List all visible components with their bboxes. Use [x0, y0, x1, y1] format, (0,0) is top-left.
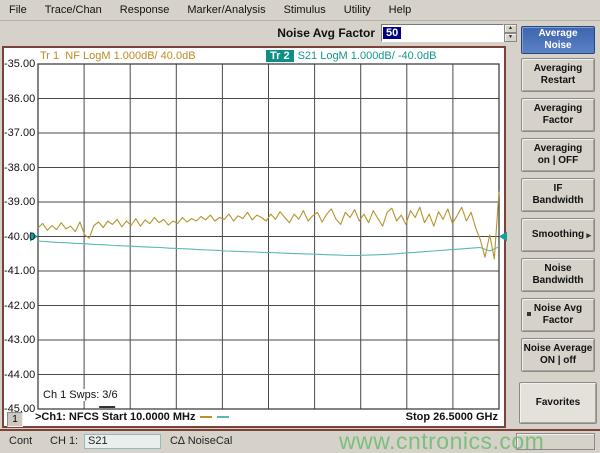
menu-marker-analysis[interactable]: Marker/Analysis — [178, 4, 274, 16]
network-analyzer-window: FileTrace/ChanResponseMarker/AnalysisSti… — [0, 0, 600, 453]
softkey-label: on | OFF — [522, 155, 594, 167]
stimulus-stop-label: Stop 26.5000 GHz — [406, 411, 498, 423]
menu-bar: FileTrace/ChanResponseMarker/AnalysisSti… — [0, 0, 600, 21]
menu-stimulus[interactable]: Stimulus — [275, 4, 335, 16]
noise-avg-factor-value: 50 — [383, 27, 401, 39]
trace1-header[interactable]: Tr 1 NF LogM 1.000dB/ 40.0dB — [40, 50, 196, 62]
softkey-label: IF — [522, 183, 594, 195]
menu-utility[interactable]: Utility — [335, 4, 380, 16]
softkey-label: Noise — [522, 263, 594, 275]
status-bar: Cont CH 1: S21 C∆ NoiseCal — [0, 429, 600, 452]
trace2-format: S21 LogM 1.000dB/ -40.0dB — [298, 50, 437, 62]
softkey-noise-avg-factor[interactable]: Noise AvgFactor — [521, 298, 595, 332]
stimulus-start-label: >Ch1: NFCS Start 10.0000 MHz — [35, 411, 229, 423]
spinner-up-icon[interactable]: ▲ — [504, 24, 517, 33]
softkey-label: Averaging — [522, 143, 594, 155]
menu-help[interactable]: Help — [380, 4, 421, 16]
noise-avg-factor-label: Noise Avg Factor — [240, 26, 375, 40]
softkey-label: Restart — [522, 75, 594, 87]
submenu-arrow-icon: ▸ — [586, 229, 591, 241]
y-tick-label: -35.00 — [4, 58, 35, 70]
softkey-noise-average-on-off[interactable]: Noise AverageON | off — [521, 338, 595, 372]
menu-response[interactable]: Response — [111, 4, 179, 16]
softkey-label: ON | off — [522, 355, 594, 367]
trace1-format: NF LogM 1.000dB/ 40.0dB — [65, 50, 195, 62]
sweep-status: Ch 1 Swps: 3/6 — [40, 389, 121, 401]
softkey-label: Factor — [522, 115, 594, 127]
y-tick-label: -40.00 — [4, 231, 35, 243]
trace1-legend-dash — [200, 416, 212, 418]
y-tick-label: -38.00 — [4, 162, 35, 174]
softkey-label: Noise Average — [522, 343, 594, 355]
status-channel: CH 1: — [50, 435, 78, 447]
softkey-average-noise[interactable]: AverageNoise — [521, 26, 595, 54]
y-tick-label: -41.00 — [4, 265, 35, 277]
softkey-label: Averaging — [522, 103, 594, 115]
softkey-averaging-factor[interactable]: AveragingFactor — [521, 98, 595, 132]
status-right-segment — [516, 433, 595, 450]
trace-plot — [30, 64, 507, 409]
cal-status: C∆ NoiseCal — [170, 435, 232, 447]
menu-file[interactable]: File — [0, 4, 36, 16]
softkey-smoothing[interactable]: Smoothing▸ — [521, 218, 595, 252]
trace1-id: Tr 1 — [40, 50, 59, 62]
active-dot-icon — [527, 312, 531, 316]
softkey-averaging-restart[interactable]: AveragingRestart — [521, 58, 595, 92]
softkey-label: Noise — [522, 40, 594, 52]
softkey-averaging-on-off[interactable]: Averagingon | OFF — [521, 138, 595, 172]
y-tick-label: -45.00 — [4, 403, 35, 415]
trace2-header[interactable]: Tr 2 S21 LogM 1.000dB/ -40.0dB — [266, 50, 436, 62]
spinner-down-icon[interactable]: ▼ — [504, 33, 517, 42]
status-measurement[interactable]: S21 — [84, 434, 161, 449]
y-tick-label: -42.00 — [4, 300, 35, 312]
start-text: >Ch1: NFCS Start 10.0000 MHz — [35, 411, 195, 423]
softkey-label: Favorites — [520, 397, 596, 409]
run-state: Cont — [9, 435, 32, 447]
measurement-display: Tr 1 NF LogM 1.000dB/ 40.0dB Tr 2 S21 Log… — [2, 46, 506, 428]
softkey-label: Bandwidth — [522, 195, 594, 207]
softkey-label: Bandwidth — [522, 275, 594, 287]
noise-avg-factor-spinner: ▲ ▼ — [504, 24, 517, 42]
trace2-active-badge: Tr 2 — [266, 50, 294, 62]
y-tick-label: -44.00 — [4, 369, 35, 381]
softkey-label: Averaging — [522, 63, 594, 75]
softkey-label: Factor — [522, 315, 594, 327]
softkey-noise-bandwidth[interactable]: NoiseBandwidth — [521, 258, 595, 292]
softkey-favorites[interactable]: Favorites — [519, 382, 597, 424]
trace2-legend-dash — [217, 416, 229, 418]
softkey-label: Smoothing — [522, 229, 594, 241]
softkey-label: Noise Avg — [522, 303, 594, 315]
menu-trace-chan[interactable]: Trace/Chan — [36, 4, 111, 16]
softkey-if-bandwidth[interactable]: IFBandwidth — [521, 178, 595, 212]
y-tick-label: -37.00 — [4, 127, 35, 139]
y-tick-label: -36.00 — [4, 93, 35, 105]
y-tick-label: -43.00 — [4, 334, 35, 346]
softkey-label: Average — [522, 28, 594, 40]
y-tick-label: -39.00 — [4, 196, 35, 208]
noise-avg-factor-input[interactable]: 50 — [381, 24, 504, 42]
